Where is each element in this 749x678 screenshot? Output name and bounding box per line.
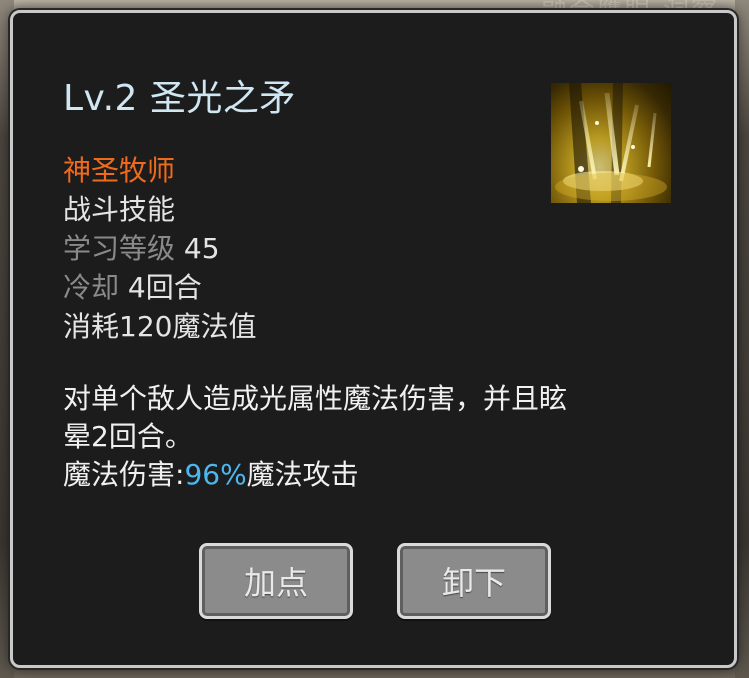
damage-line: 魔法伤害:96%魔法攻击 <box>63 456 683 494</box>
cooldown-label: 冷却 <box>63 271 120 304</box>
cooldown-value: 4回合 <box>127 271 202 304</box>
skill-info-list: 神圣牧师 战斗技能 学习等级 45 冷却 4回合 消耗120魔法值 <box>63 151 256 346</box>
mana-cost: 消耗120魔法值 <box>63 310 257 343</box>
skill-detail-dialog: Lv.2 圣光之矛 神圣牧师 战斗技能 学习等级 45 冷却 4回合 消耗120… <box>10 10 737 668</box>
skill-type: 战斗技能 <box>63 193 176 226</box>
damage-prefix: 魔法伤害: <box>63 458 185 491</box>
add-point-button[interactable]: 加点 <box>199 543 353 619</box>
learn-level-label: 学习等级 <box>63 232 176 265</box>
holy-spear-icon <box>551 83 671 203</box>
backdrop-right-edge <box>735 0 749 678</box>
skill-title: Lv.2 圣光之矛 <box>63 78 296 119</box>
learn-level-value: 45 <box>183 232 220 265</box>
cooldown-row: 冷却 4回合 <box>63 268 256 307</box>
damage-percent: 96% <box>184 458 247 491</box>
description-line-1: 对单个敌人造成光属性魔法伤害，并且眩 <box>63 382 568 415</box>
learn-level-row: 学习等级 45 <box>63 229 256 268</box>
skill-description: 对单个敌人造成光属性魔法伤害，并且眩 晕2回合。 魔法伤害:96%魔法攻击 <box>63 380 683 494</box>
damage-suffix: 魔法攻击 <box>246 458 359 491</box>
dialog-body: Lv.2 圣光之矛 神圣牧师 战斗技能 学习等级 45 冷却 4回合 消耗120… <box>13 13 734 665</box>
description-line-2: 晕2回合。 <box>63 420 193 453</box>
unequip-button[interactable]: 卸下 <box>397 543 551 619</box>
class-name: 神圣牧师 <box>63 154 176 187</box>
